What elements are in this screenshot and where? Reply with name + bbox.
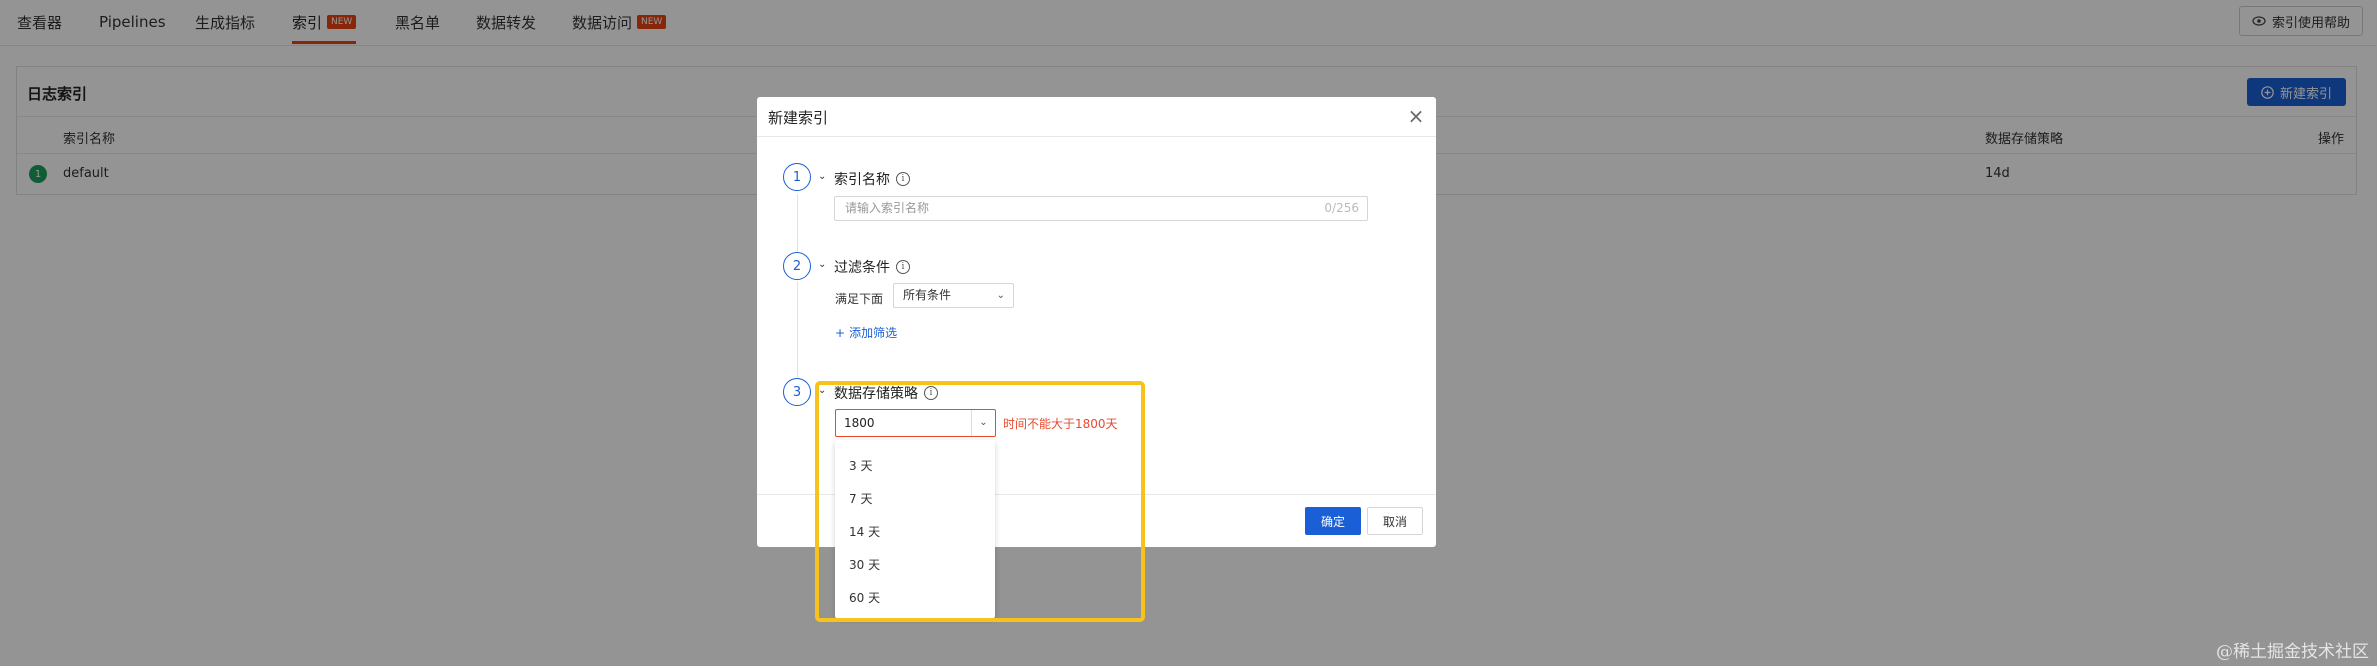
step-number: 3 xyxy=(783,378,811,406)
step-connector xyxy=(797,281,798,381)
char-counter: 0/256 xyxy=(1324,201,1359,215)
plus-icon: + xyxy=(835,325,846,340)
info-icon[interactable]: i xyxy=(896,172,910,186)
cancel-button[interactable]: 取消 xyxy=(1367,507,1423,535)
chevron-down-icon: ⌄ xyxy=(996,290,1005,301)
filter-match-label: 满足下面 xyxy=(835,292,884,306)
filter-condition-select[interactable]: 所有条件 ⌄ xyxy=(893,283,1014,308)
index-name-input[interactable]: 请输入索引名称 0/256 xyxy=(834,196,1368,221)
index-name-placeholder: 请输入索引名称 xyxy=(845,201,930,215)
close-icon[interactable]: × xyxy=(1404,104,1428,128)
chevron-down-icon[interactable]: ⌄ xyxy=(818,171,826,182)
step-number: 1 xyxy=(783,163,811,191)
step-title-index-name[interactable]: 索引名称 i xyxy=(834,169,910,189)
step-title-filter[interactable]: 过滤条件 i xyxy=(834,257,910,277)
step-title-text: 过滤条件 xyxy=(834,260,890,276)
add-filter-label: 添加筛选 xyxy=(849,326,898,340)
confirm-button[interactable]: 确定 xyxy=(1305,507,1361,535)
annotation-highlight-box xyxy=(815,381,1145,622)
step-number: 2 xyxy=(783,252,811,280)
dialog-header: 新建索引 × xyxy=(757,97,1436,137)
dialog-title: 新建索引 xyxy=(768,109,829,127)
add-filter-link[interactable]: + 添加筛选 xyxy=(835,324,897,341)
watermark: @稀土掘金技术社区 xyxy=(2216,642,2369,662)
step-title-text: 索引名称 xyxy=(834,172,890,188)
filter-select-value: 所有条件 xyxy=(903,288,952,302)
step-connector xyxy=(797,194,798,255)
chevron-down-icon[interactable]: ⌄ xyxy=(818,259,826,270)
info-icon[interactable]: i xyxy=(896,260,910,274)
